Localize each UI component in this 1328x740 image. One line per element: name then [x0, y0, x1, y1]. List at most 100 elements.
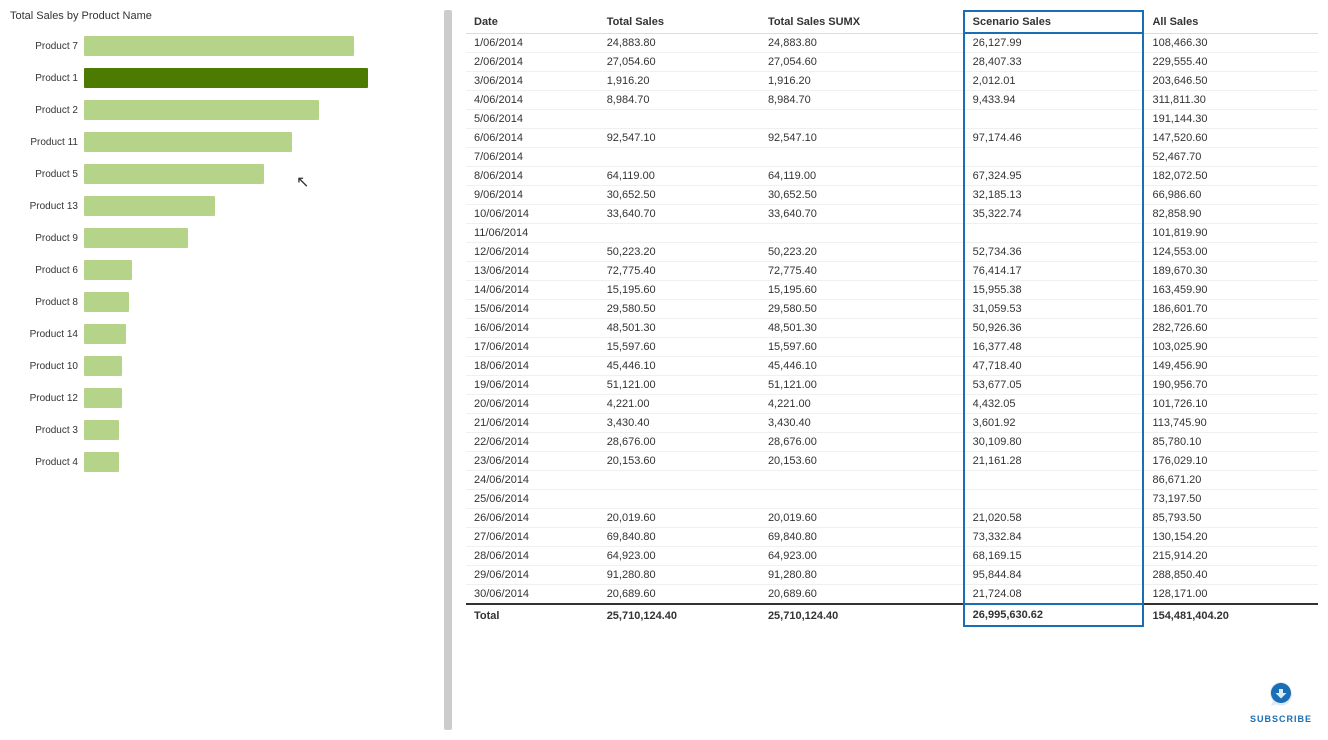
table-row: 16/06/201448,501.3048,501.3050,926.36282…	[466, 319, 1318, 338]
table-section[interactable]: DateTotal SalesTotal Sales SUMXScenario …	[466, 10, 1318, 730]
table-cell: 15,195.60	[760, 281, 964, 300]
table-cell: 32,185.13	[964, 186, 1144, 205]
table-cell: 29,580.50	[760, 300, 964, 319]
table-cell: 7/06/2014	[466, 148, 599, 167]
data-table: DateTotal SalesTotal Sales SUMXScenario …	[466, 10, 1318, 627]
table-cell: 51,121.00	[599, 376, 760, 395]
table-cell: 52,467.70	[1143, 148, 1318, 167]
table-cell: 124,553.00	[1143, 243, 1318, 262]
bar-row[interactable]: Product 4	[10, 448, 430, 476]
bar-container	[84, 164, 430, 184]
table-cell: 51,121.00	[760, 376, 964, 395]
table-cell: 3,430.40	[760, 414, 964, 433]
table-cell: 29/06/2014	[466, 566, 599, 585]
bar-row[interactable]: Product 8	[10, 288, 430, 316]
bar-fill	[84, 260, 132, 280]
bar-container	[84, 356, 430, 376]
table-cell: 20,019.60	[599, 509, 760, 528]
table-cell: 24/06/2014	[466, 471, 599, 490]
table-cell: 50,223.20	[760, 243, 964, 262]
table-cell: 76,414.17	[964, 262, 1144, 281]
table-cell: 52,734.36	[964, 243, 1144, 262]
bar-container	[84, 452, 430, 472]
table-cell: 97,174.46	[964, 129, 1144, 148]
bar-row[interactable]: Product 6	[10, 256, 430, 284]
bar-row[interactable]: Product 5	[10, 160, 430, 188]
bar-row[interactable]: Product 3	[10, 416, 430, 444]
table-cell: 50,223.20	[599, 243, 760, 262]
table-cell: 69,840.80	[760, 528, 964, 547]
table-cell: 186,601.70	[1143, 300, 1318, 319]
table-cell: 163,459.90	[1143, 281, 1318, 300]
table-cell: 72,775.40	[760, 262, 964, 281]
bar-label: Product 12	[10, 393, 78, 404]
table-cell: 33,640.70	[599, 205, 760, 224]
bar-label: Product 7	[10, 41, 78, 52]
table-row: 22/06/201428,676.0028,676.0030,109.8085,…	[466, 433, 1318, 452]
table-cell: 64,923.00	[599, 547, 760, 566]
table-cell: 15,597.60	[599, 338, 760, 357]
bar-label: Product 4	[10, 457, 78, 468]
table-row: 12/06/201450,223.2050,223.2052,734.36124…	[466, 243, 1318, 262]
table-cell: 311,811.30	[1143, 91, 1318, 110]
bar-label: Product 9	[10, 233, 78, 244]
table-cell: 21,020.58	[964, 509, 1144, 528]
table-row: 29/06/201491,280.8091,280.8095,844.84288…	[466, 566, 1318, 585]
table-cell: 10/06/2014	[466, 205, 599, 224]
table-cell: 5/06/2014	[466, 110, 599, 129]
table-cell: 20,153.60	[760, 452, 964, 471]
table-row: 14/06/201415,195.6015,195.6015,955.38163…	[466, 281, 1318, 300]
table-row: 24/06/201486,671.20	[466, 471, 1318, 490]
table-cell: 73,197.50	[1143, 490, 1318, 509]
bar-row[interactable]: Product 7	[10, 32, 430, 60]
table-cell	[964, 490, 1144, 509]
table-row: 13/06/201472,775.4072,775.4076,414.17189…	[466, 262, 1318, 281]
table-row: 11/06/2014101,819.90	[466, 224, 1318, 243]
bar-row[interactable]: Product 12	[10, 384, 430, 412]
table-cell: 73,332.84	[964, 528, 1144, 547]
table-cell: 17/06/2014	[466, 338, 599, 357]
table-row: 30/06/201420,689.6020,689.6021,724.08128…	[466, 585, 1318, 605]
table-cell: 64,119.00	[599, 167, 760, 186]
table-cell: 30,652.50	[599, 186, 760, 205]
bar-row[interactable]: Product 14	[10, 320, 430, 348]
bar-row[interactable]: Product 1	[10, 64, 430, 92]
table-cell: 24,883.80	[599, 33, 760, 53]
bar-container	[84, 68, 430, 88]
table-cell: 19/06/2014	[466, 376, 599, 395]
table-cell: 28,676.00	[599, 433, 760, 452]
table-cell: 21/06/2014	[466, 414, 599, 433]
bar-container	[84, 228, 430, 248]
table-header-cell: All Sales	[1143, 11, 1318, 33]
table-cell	[760, 490, 964, 509]
table-footer-cell: 25,710,124.40	[599, 604, 760, 626]
table-cell: 25/06/2014	[466, 490, 599, 509]
table-cell: 82,858.90	[1143, 205, 1318, 224]
table-row: 4/06/20148,984.708,984.709,433.94311,811…	[466, 91, 1318, 110]
table-cell: 215,914.20	[1143, 547, 1318, 566]
bar-row[interactable]: Product 13	[10, 192, 430, 220]
chart-section: Total Sales by Product Name Product 7Pro…	[10, 10, 430, 730]
bar-row[interactable]: Product 9	[10, 224, 430, 252]
table-cell: 147,520.60	[1143, 129, 1318, 148]
bar-row[interactable]: Product 10	[10, 352, 430, 380]
table-cell: 6/06/2014	[466, 129, 599, 148]
table-cell: 29,580.50	[599, 300, 760, 319]
table-cell: 16/06/2014	[466, 319, 599, 338]
table-row: 26/06/201420,019.6020,019.6021,020.5885,…	[466, 509, 1318, 528]
table-cell: 35,322.74	[964, 205, 1144, 224]
table-cell: 149,456.90	[1143, 357, 1318, 376]
bar-row[interactable]: Product 11	[10, 128, 430, 156]
table-cell: 23/06/2014	[466, 452, 599, 471]
table-header-cell: Total Sales	[599, 11, 760, 33]
table-row: 27/06/201469,840.8069,840.8073,332.84130…	[466, 528, 1318, 547]
table-cell	[599, 490, 760, 509]
table-cell: 128,171.00	[1143, 585, 1318, 605]
table-cell: 8,984.70	[599, 91, 760, 110]
bar-label: Product 10	[10, 361, 78, 372]
table-cell: 45,446.10	[760, 357, 964, 376]
table-cell: 21,161.28	[964, 452, 1144, 471]
bar-row[interactable]: Product 2	[10, 96, 430, 124]
bar-container	[84, 100, 430, 120]
bar-chart: Product 7 Product 1 Product 2 Product 11 Pro…	[10, 32, 430, 730]
